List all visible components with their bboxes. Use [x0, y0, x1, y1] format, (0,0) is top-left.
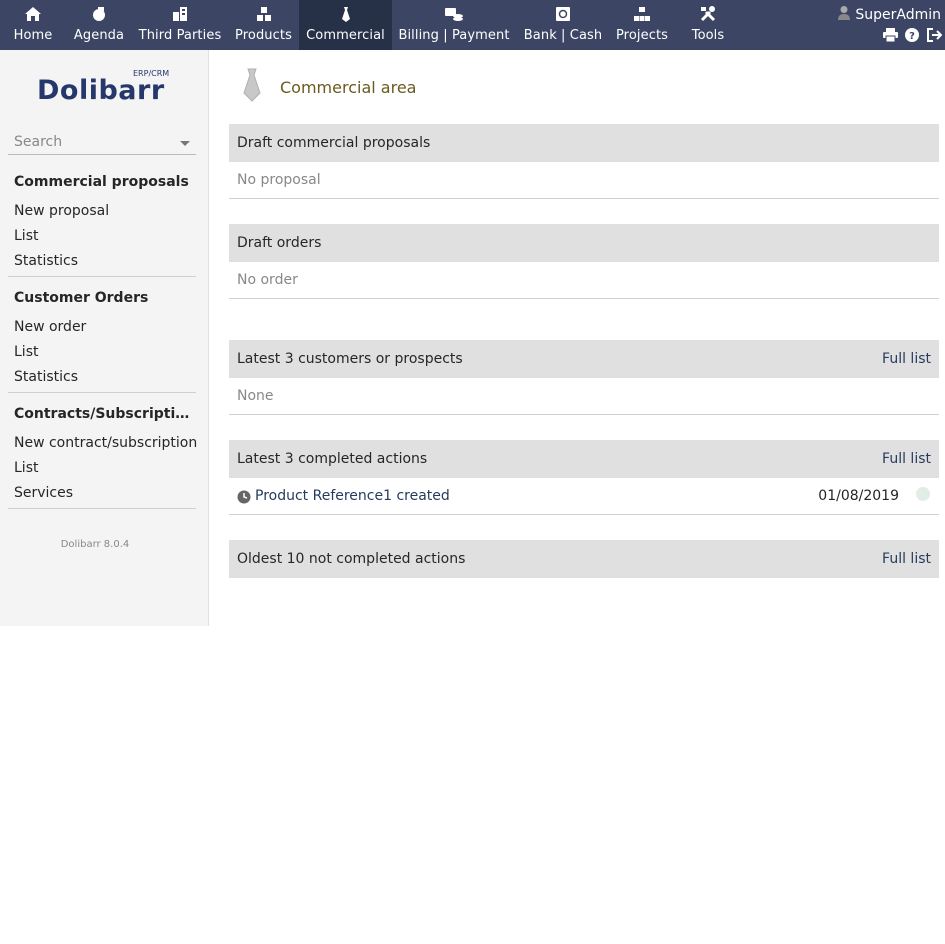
menu-home-label: Home [13, 28, 53, 43]
buildings-icon [132, 6, 228, 24]
user-name: SuperAdmin [855, 6, 941, 23]
money-icon [392, 6, 516, 24]
action-link[interactable]: Product Reference1 created [255, 488, 450, 504]
menu-home[interactable]: Home [0, 0, 66, 50]
sidebar-link-new-proposal[interactable]: New proposal [14, 203, 109, 219]
chevron-down-icon [180, 141, 190, 146]
sidebar-section-title[interactable]: Customer Orders [14, 290, 196, 306]
menu-agenda-label: Agenda [73, 28, 125, 43]
table-row: Product Reference1 created 01/08/2019 [229, 478, 939, 515]
list-item: No order [229, 262, 939, 299]
empty-text: None [237, 388, 274, 404]
sidebar-link-services[interactable]: Services [14, 485, 73, 501]
dolibarr-logo[interactable]: ERP/CRM Dolibarr [37, 69, 169, 106]
menu-bank[interactable]: Bank | Cash [516, 0, 610, 50]
list-item: None [229, 378, 939, 415]
search-select[interactable]: Search [8, 133, 196, 155]
sidebar-link-new-contract[interactable]: New contract/subscription [14, 435, 197, 451]
empty-text: No order [237, 272, 298, 288]
sidebar-section-orders: Customer Orders New order List Statistic… [8, 282, 196, 393]
sidebar-link-contract-list[interactable]: List [14, 460, 38, 476]
panel-title: Latest 3 completed actions [237, 451, 428, 467]
panel-title: Latest 3 customers or prospects [237, 351, 463, 367]
search-placeholder: Search [14, 134, 63, 150]
panel-header: Draft commercial proposals [229, 124, 939, 162]
panel-title: Oldest 10 not completed actions [237, 551, 466, 567]
menu-billing-label: Billing | Payment [398, 28, 510, 43]
action-date: 01/08/2019 [818, 488, 899, 504]
full-list-link[interactable]: Full list [882, 451, 931, 467]
status-dot-icon [916, 487, 930, 501]
menu-commercial[interactable]: Commercial [299, 0, 392, 50]
print-icon[interactable] [882, 27, 898, 43]
panel-header: Draft orders [229, 224, 939, 262]
sidebar-link-new-order[interactable]: New order [14, 319, 86, 335]
commercial-tie-icon [239, 68, 265, 106]
panel-title: Draft orders [237, 235, 322, 251]
sidebar-link-proposal-list[interactable]: List [14, 228, 38, 244]
left-sidebar: ERP/CRM Dolibarr Search Commercial propo… [0, 50, 209, 626]
top-menu-bar: Home Agenda Third Parties Products Comme… [0, 0, 945, 50]
menu-products[interactable]: Products [228, 0, 299, 50]
menu-bank-label: Bank | Cash [523, 28, 603, 43]
sidebar-section-title[interactable]: Contracts/Subscriptions [14, 406, 196, 422]
menu-third-parties-label: Third Parties [138, 28, 222, 43]
menu-commercial-label: Commercial [306, 28, 385, 43]
sidebar-section-title[interactable]: Commercial proposals [14, 174, 196, 190]
version-label: Dolibarr 8.0.4 [60, 539, 130, 550]
menu-products-label: Products [235, 28, 292, 43]
menu-projects[interactable]: Projects [610, 0, 674, 50]
panel-header: Latest 3 customers or prospects Full lis… [229, 340, 939, 378]
menu-agenda[interactable]: Agenda [66, 0, 132, 50]
help-icon[interactable]: ? [904, 27, 920, 43]
menu-projects-label: Projects [615, 28, 669, 43]
menu-billing[interactable]: Billing | Payment [392, 0, 516, 50]
sidebar-link-order-stats[interactable]: Statistics [14, 369, 78, 385]
panel-title: Draft commercial proposals [237, 135, 431, 151]
menu-third-parties[interactable]: Third Parties [132, 0, 228, 50]
page-title: Commercial area [280, 78, 417, 97]
menu-tools[interactable]: Tools [674, 0, 742, 50]
sidebar-link-order-list[interactable]: List [14, 344, 38, 360]
home-icon [0, 6, 66, 24]
cubes-icon [228, 6, 299, 24]
tools-icon [674, 6, 742, 24]
sidebar-section-proposals: Commercial proposals New proposal List S… [8, 166, 196, 277]
empty-text: No proposal [237, 172, 321, 188]
sidebar-link-proposal-stats[interactable]: Statistics [14, 253, 78, 269]
user-tools: ? [882, 27, 942, 43]
tie-icon [299, 6, 392, 24]
panel-header: Latest 3 completed actions Full list [229, 440, 939, 478]
sidebar-section-contracts: Contracts/Subscriptions New contract/sub… [8, 398, 197, 509]
user-menu[interactable]: SuperAdmin [837, 5, 941, 24]
sitemap-icon [610, 6, 674, 24]
list-item: No proposal [229, 162, 939, 199]
svg-text:?: ? [909, 31, 915, 42]
safe-icon [516, 6, 610, 24]
logout-icon[interactable] [926, 27, 942, 43]
panel-header: Oldest 10 not completed actions Full lis… [229, 540, 939, 578]
full-list-link[interactable]: Full list [882, 551, 931, 567]
logo-text: Dolibarr [37, 75, 165, 106]
agenda-icon [66, 6, 132, 24]
user-icon [837, 5, 851, 24]
full-list-link[interactable]: Full list [882, 351, 931, 367]
clock-icon [237, 490, 251, 508]
menu-tools-label: Tools [691, 28, 725, 43]
